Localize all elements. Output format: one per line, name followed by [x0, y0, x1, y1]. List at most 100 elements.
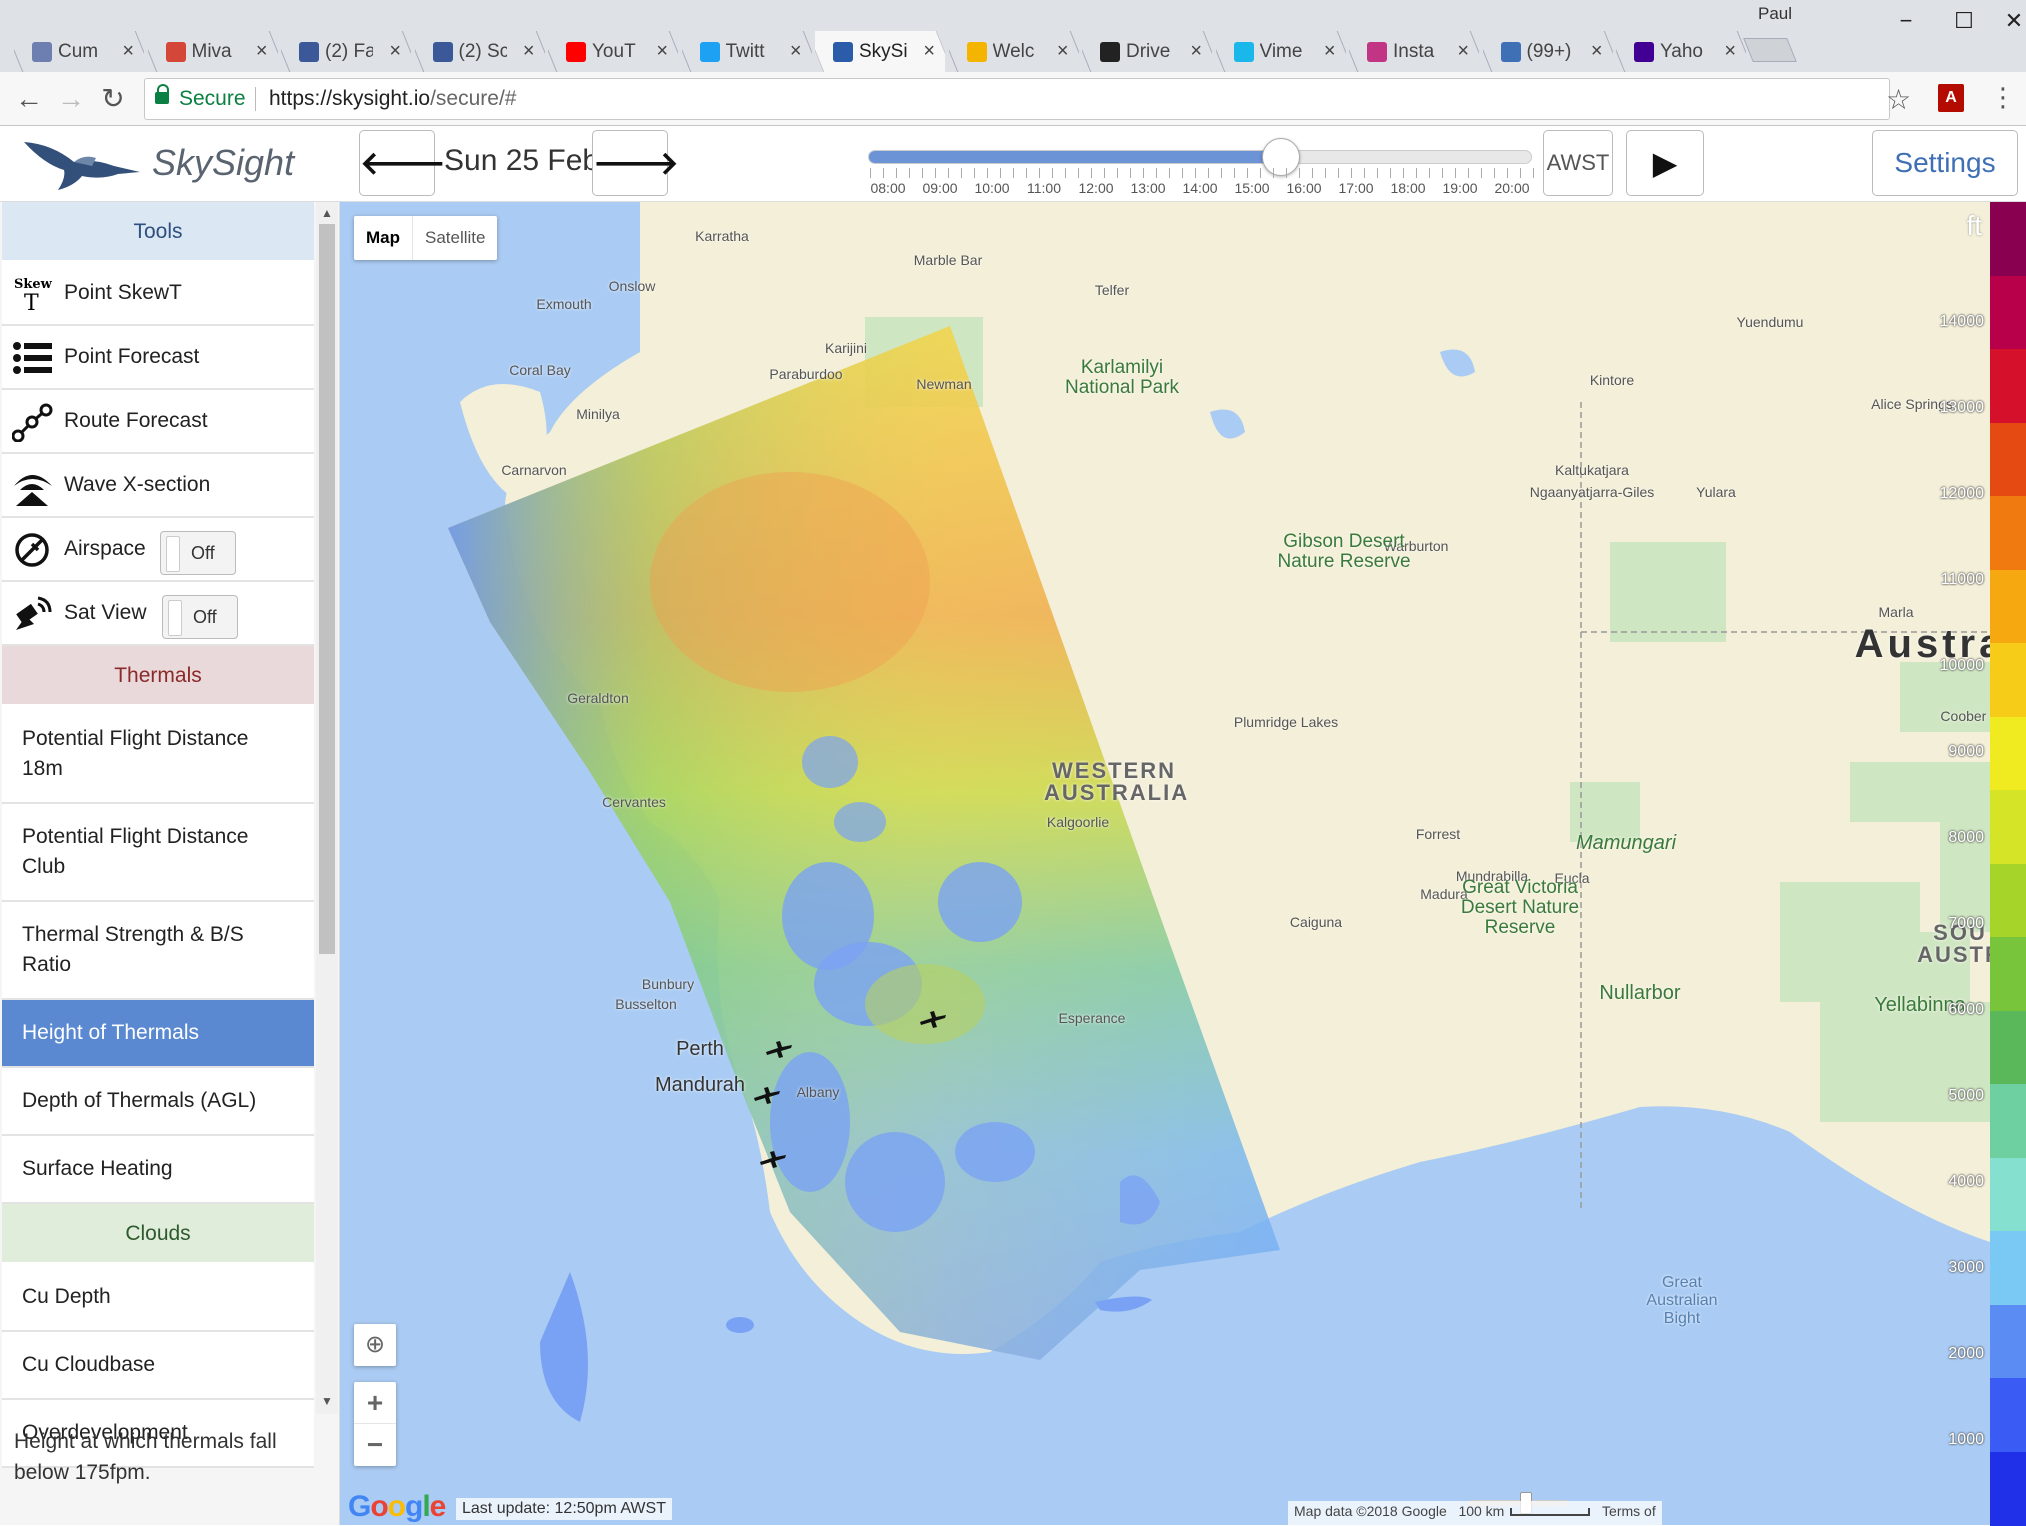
close-window-button[interactable]: ✕ [1994, 6, 2026, 36]
sidebar-scrollbar[interactable]: ▲ ▼ [316, 202, 338, 1414]
terms-link[interactable]: Terms of [1602, 1503, 1656, 1519]
close-tab-icon[interactable]: × [1724, 31, 1736, 72]
browser-tab[interactable]: YouT× [548, 31, 678, 72]
map-type-control[interactable]: MapSatellite [354, 216, 497, 260]
browser-tab[interactable]: (2) Sc× [415, 31, 545, 72]
tool-wave-x-section[interactable]: Wave X-section [2, 454, 314, 518]
tab-title: Vime [1260, 31, 1308, 72]
tool-sat-view[interactable]: Sat View Off [2, 582, 314, 646]
browser-tab[interactable]: Welc× [949, 31, 1079, 72]
map-type-satellite-button[interactable]: Satellite [412, 216, 497, 260]
scroll-down-icon[interactable]: ▼ [321, 1394, 333, 1408]
browser-tab[interactable]: Drive× [1082, 31, 1212, 72]
previous-day-button[interactable]: 🡐 [359, 130, 435, 196]
forward-arrow-icon[interactable]: → [54, 82, 88, 116]
close-tab-icon[interactable]: × [790, 31, 802, 72]
place-label-telfer: Telfer [1095, 282, 1129, 298]
url-text[interactable]: https://skysight.io/secure/# [269, 79, 516, 119]
place-label-exmouth: Exmouth [536, 296, 591, 312]
address-bar[interactable]: Secure https://skysight.io/secure/# [144, 78, 1890, 120]
map-type-map-button[interactable]: Map [354, 216, 412, 260]
reload-icon[interactable]: ↻ [96, 82, 130, 116]
browser-tab[interactable]: (99+)× [1483, 31, 1613, 72]
time-label: 09:00 [922, 180, 957, 196]
place-label-mamungari: Mamungari [1576, 832, 1676, 855]
scale-label: 100 km [1458, 1503, 1504, 1519]
zoom-in-button[interactable]: + [354, 1382, 396, 1424]
browser-tab[interactable]: Cum× [14, 31, 144, 72]
lock-icon [155, 90, 169, 106]
legend-tick-label: 12000 [1940, 485, 1985, 503]
time-label: 14:00 [1182, 180, 1217, 196]
browser-tab[interactable]: Miva× [148, 31, 278, 72]
facebook-icon [433, 42, 453, 62]
new-tab-button[interactable] [1743, 38, 1797, 62]
browser-tab[interactable]: SkySi× [815, 31, 945, 72]
browser-tab[interactable]: Insta × [1349, 31, 1479, 72]
zoom-out-button[interactable]: − [354, 1424, 396, 1466]
back-arrow-icon[interactable]: ← [12, 82, 46, 116]
layer-item[interactable]: Cu Cloudbase [2, 1332, 314, 1400]
map-view[interactable]: KarrathaMarble BarOnslowTelferExmouthKar… [340, 202, 1990, 1525]
layer-item[interactable]: Potential Flight Distance 18m [2, 706, 314, 804]
tool-point-skewt[interactable]: SkewTPoint SkewT [2, 262, 314, 326]
close-tab-icon[interactable]: × [923, 31, 935, 72]
minimize-button[interactable]: − [1886, 6, 1926, 36]
section-header-tools[interactable]: Tools [2, 202, 314, 262]
list-icon [12, 338, 54, 378]
timezone-button[interactable]: AWST [1543, 130, 1613, 196]
map-canvas[interactable] [340, 202, 1990, 1525]
map-data-credit: Map data ©2018 Google [1294, 1503, 1447, 1519]
acrobat-extension-icon[interactable]: A [1938, 84, 1964, 112]
airspace-toggle[interactable]: Off [160, 531, 236, 575]
close-tab-icon[interactable]: × [1190, 31, 1202, 72]
legend-color-step [1990, 423, 2026, 498]
place-label-forrest: Forrest [1416, 826, 1460, 842]
close-tab-icon[interactable]: × [122, 31, 134, 72]
play-button[interactable]: ▶ [1626, 130, 1704, 196]
section-header-clouds[interactable]: Clouds [2, 1204, 314, 1264]
place-label-marble-bar: Marble Bar [914, 252, 982, 268]
browser-tab[interactable]: (2) Fa× [281, 31, 411, 72]
scrollbar-thumb[interactable] [319, 224, 335, 954]
layer-item[interactable]: Potential Flight Distance Club [2, 804, 314, 902]
maximize-button[interactable]: ☐ [1944, 6, 1984, 36]
close-tab-icon[interactable]: × [656, 31, 668, 72]
close-tab-icon[interactable]: × [523, 31, 535, 72]
layer-item[interactable]: Cu Depth [2, 1264, 314, 1332]
layer-item[interactable]: Surface Heating [2, 1136, 314, 1204]
close-tab-icon[interactable]: × [256, 31, 268, 72]
close-tab-icon[interactable]: × [389, 31, 401, 72]
browser-tab[interactable]: Twitt× [682, 31, 812, 72]
time-label: 16:00 [1286, 180, 1321, 196]
legend-unit: ft [1966, 210, 1982, 242]
browser-tab[interactable]: Vime × [1216, 31, 1346, 72]
place-label-kaltukatjara: Kaltukatjara [1555, 462, 1629, 478]
place-label-paraburdoo: Paraburdoo [769, 366, 842, 382]
tool-route-forecast[interactable]: Route Forecast [2, 390, 314, 454]
close-tab-icon[interactable]: × [1057, 31, 1069, 72]
next-day-button[interactable]: 🡒 [592, 130, 668, 196]
browser-tab[interactable]: Yaho× [1616, 31, 1746, 72]
time-slider[interactable] [868, 150, 1532, 164]
sat-view-toggle[interactable]: Off [162, 595, 238, 639]
layer-item[interactable]: Depth of Thermals (AGL) [2, 1068, 314, 1136]
close-tab-icon[interactable]: × [1591, 31, 1603, 72]
legend-tick-label: 1000 [1948, 1431, 1984, 1449]
browser-menu-icon[interactable]: ⋮ [1990, 82, 2016, 113]
close-tab-icon[interactable]: × [1457, 31, 1469, 72]
layer-item[interactable]: Thermal Strength & B/S Ratio [2, 902, 314, 1000]
tool-point-forecast[interactable]: Point Forecast [2, 326, 314, 390]
bookmark-star-icon[interactable]: ☆ [1886, 83, 1911, 116]
settings-button[interactable]: Settings [1872, 130, 2018, 196]
tool-airspace[interactable]: AirspaceOff [2, 518, 314, 582]
app-header: SkySight 🡐 Sun 25 Feb 🡒 08:0009:0010:001… [0, 126, 2026, 202]
close-tab-icon[interactable]: × [1324, 31, 1336, 72]
my-location-button[interactable]: ⊕ [354, 1324, 396, 1366]
tool-label: Sat View [64, 601, 147, 624]
layer-item[interactable]: Height of Thermals [2, 1000, 314, 1068]
scroll-up-icon[interactable]: ▲ [321, 206, 333, 220]
tab-title: Insta [1393, 31, 1441, 72]
profile-name[interactable]: Paul [1758, 4, 1792, 24]
section-header-thermals[interactable]: Thermals [2, 646, 314, 706]
